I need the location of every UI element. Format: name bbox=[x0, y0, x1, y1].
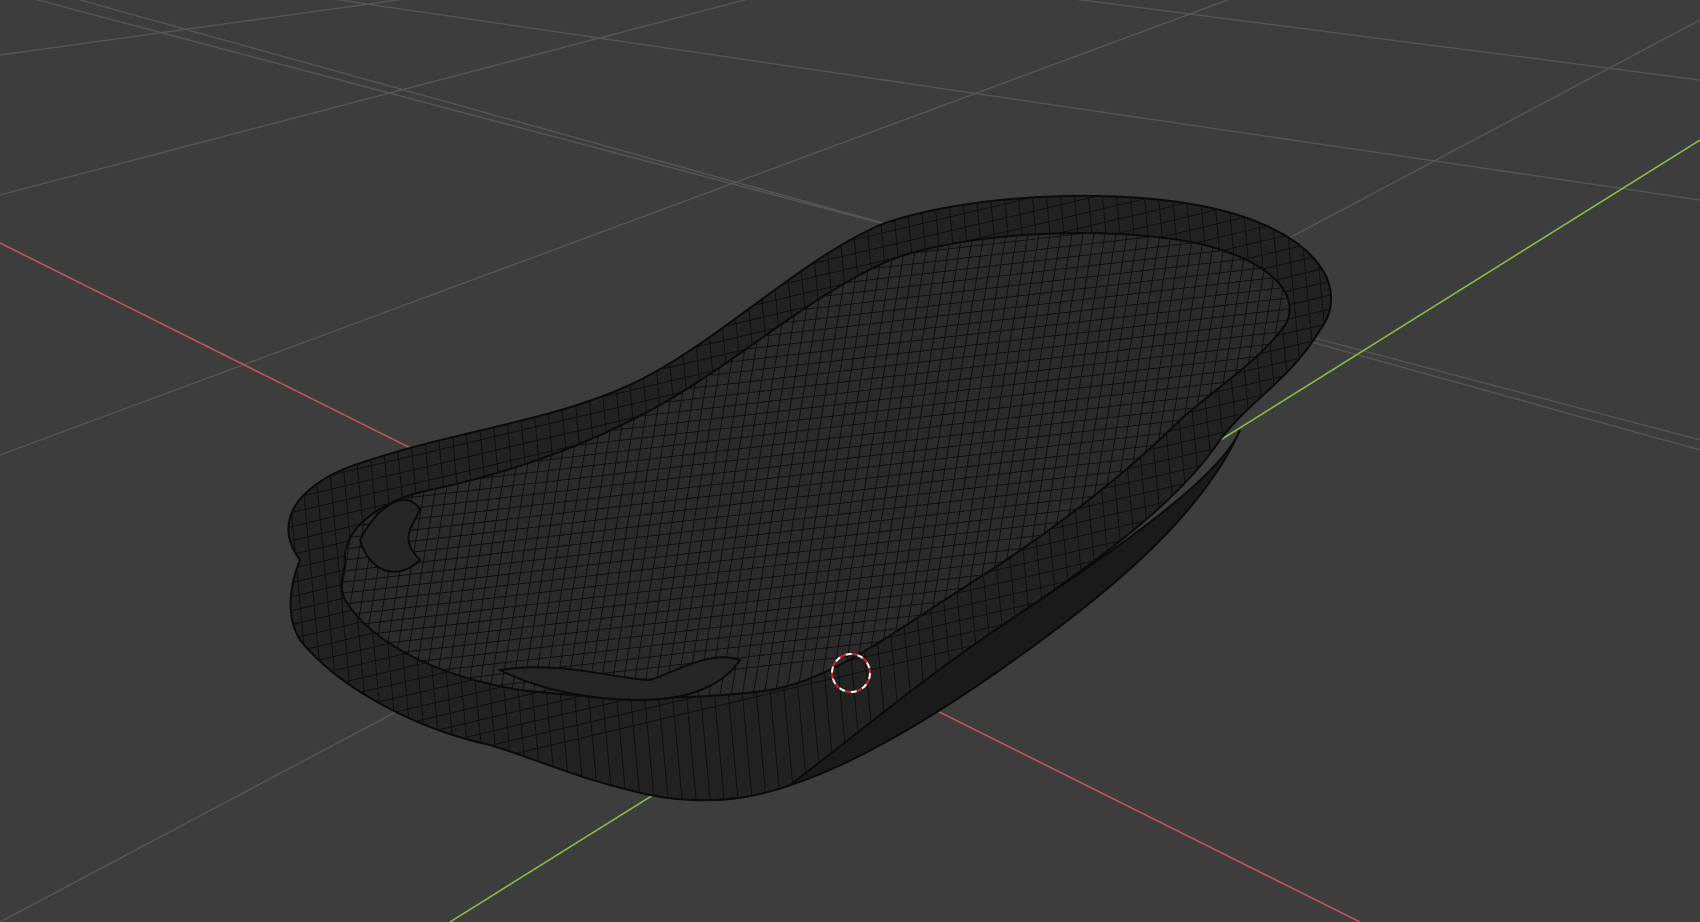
wire-line bbox=[288, 195, 1332, 227]
wire-line bbox=[1323, 195, 1332, 801]
3d-viewport[interactable] bbox=[0, 0, 1700, 922]
wire-line bbox=[260, 0, 1360, 184]
wire-line bbox=[221, 180, 311, 720]
wire-line bbox=[300, 71, 1350, 191]
wire-line bbox=[210, 180, 300, 720]
wire-line bbox=[288, 195, 1332, 213]
wire-line bbox=[300, 60, 1350, 180]
wire-line bbox=[1338, 170, 1398, 820]
wire-line bbox=[300, 82, 1350, 202]
wire-line bbox=[260, 0, 1360, 170]
wire-line bbox=[288, 195, 1332, 199]
wire-line bbox=[1309, 195, 1332, 801]
bathtub-mesh[interactable] bbox=[210, 0, 1412, 820]
wire-line bbox=[1295, 195, 1332, 801]
viewport-canvas[interactable] bbox=[0, 0, 1700, 922]
wire-line bbox=[1352, 170, 1412, 820]
